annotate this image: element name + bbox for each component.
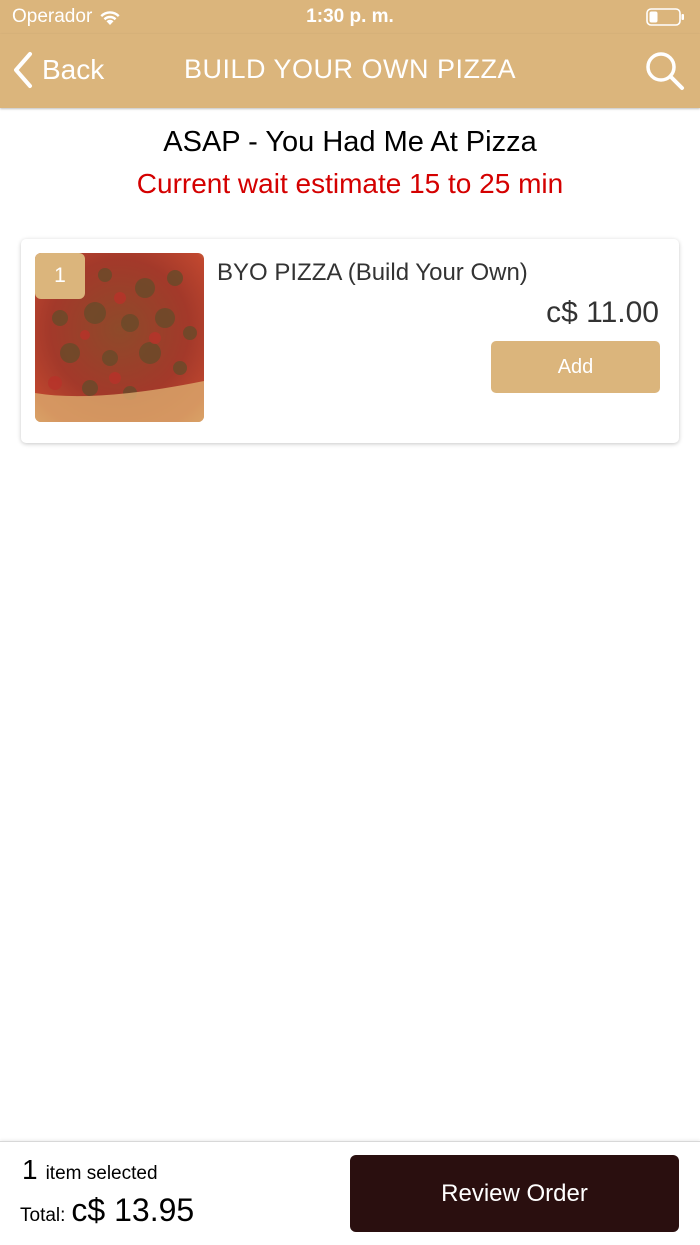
restaurant-name: ASAP - You Had Me At Pizza	[163, 126, 537, 158]
search-icon[interactable]	[644, 50, 686, 92]
nav-bar: Back BUILD YOUR OWN PIZZA	[0, 34, 700, 108]
selected-text: item selected	[45, 1163, 158, 1184]
item-name: BYO PIZZA (Build Your Own)	[217, 259, 528, 286]
back-button[interactable]: Back	[12, 48, 104, 92]
order-summary-bar: 1 item selected Total: c$ 13.95 Review O…	[0, 1141, 700, 1245]
chevron-left-icon	[14, 52, 32, 88]
total-summary: Total: c$ 13.95	[20, 1192, 194, 1229]
add-button[interactable]: Add	[491, 341, 660, 393]
status-time: 1:30 p. m.	[306, 6, 394, 27]
item-price: c$ 11.00	[546, 296, 659, 329]
battery-icon	[646, 8, 684, 26]
quantity-badge: 1	[35, 253, 85, 299]
selected-summary: 1 item selected	[22, 1154, 158, 1186]
review-order-button[interactable]: Review Order	[350, 1155, 679, 1232]
status-bar: Operador 1:30 p. m.	[0, 0, 700, 34]
back-label: Back	[42, 54, 105, 85]
page-title: BUILD YOUR OWN PIZZA	[183, 54, 517, 84]
menu-item-card[interactable]: 1 BYO PIZZA (Build Your Own) c$ 11.00 Ad…	[21, 239, 679, 443]
wait-estimate: Current wait estimate 15 to 25 min	[136, 168, 564, 199]
total-label: Total:	[20, 1205, 66, 1226]
total-value: c$ 13.95	[71, 1192, 195, 1228]
selected-count: 1	[22, 1154, 38, 1185]
